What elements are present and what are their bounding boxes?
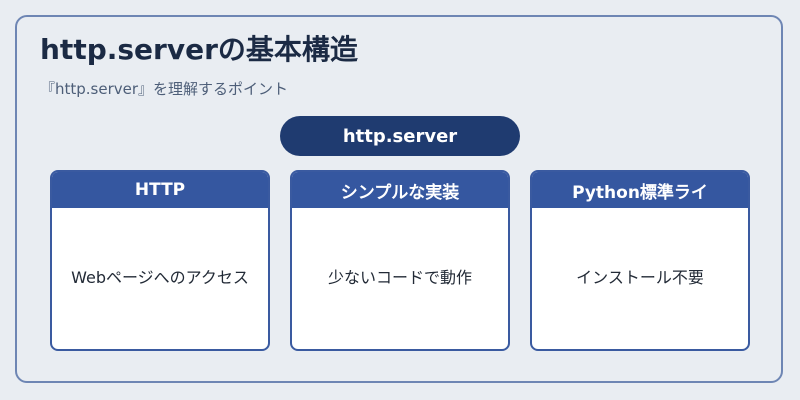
card-header: シンプルな実装 [292,172,508,208]
diagram-title: http.serverの基本構造 [40,33,358,66]
card-body: Webページへのアクセス [71,267,249,287]
card-simple-implementation: シンプルな実装 少ないコードで動作 [290,170,510,351]
card-python-standard: Python標準ライ インストール不要 [530,170,750,351]
card-body: インストール不要 [576,267,704,287]
root-node-pill: http.server [280,116,520,156]
card-header: HTTP [52,172,268,208]
card-http: HTTP Webページへのアクセス [50,170,270,351]
card-body: 少ないコードで動作 [327,267,472,287]
root-node-label: http.server [342,125,458,147]
card-header: Python標準ライ [532,172,748,208]
diagram-subtitle: 『http.server』を理解するポイント [40,80,289,98]
